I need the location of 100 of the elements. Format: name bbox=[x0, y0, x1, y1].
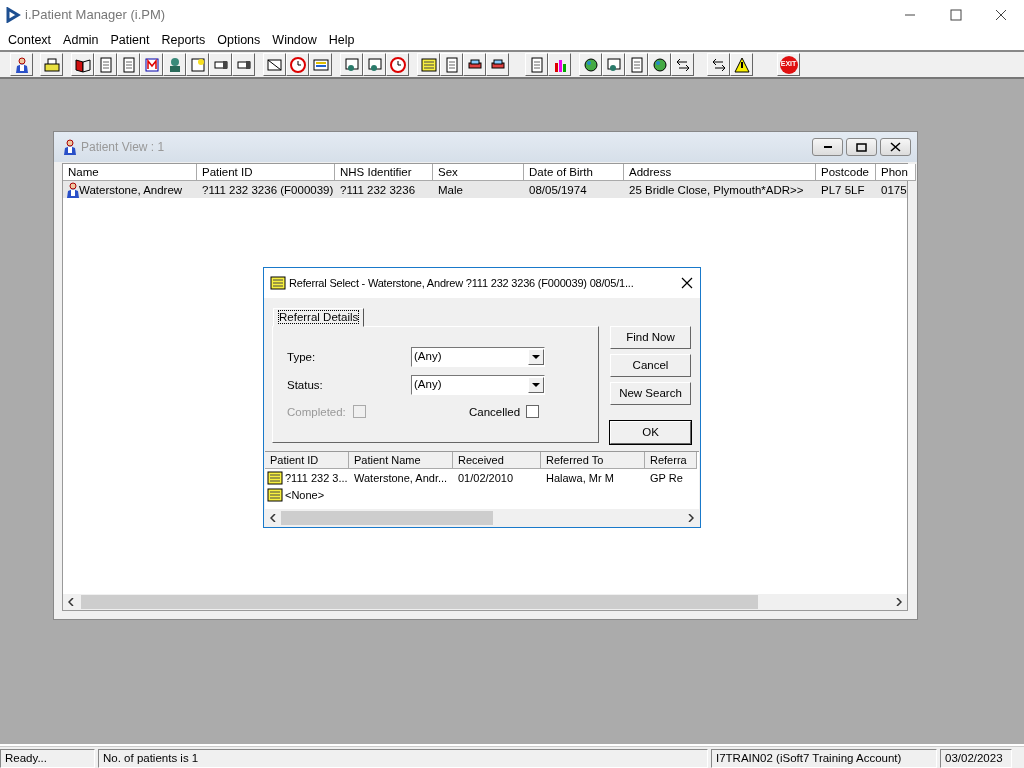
table-cell-text: ?111 232 3236 (F000039) bbox=[202, 182, 334, 198]
column-header[interactable]: Address bbox=[624, 164, 816, 181]
status-text: I7TRAIN02 (iSoft7 Training Account) bbox=[711, 749, 937, 768]
menu-item[interactable]: Options bbox=[213, 30, 269, 50]
menu-item[interactable]: Window bbox=[268, 30, 325, 50]
note-icon bbox=[189, 56, 206, 73]
table-cell-text: ?111 232 3236 bbox=[340, 182, 416, 198]
person-icon bbox=[62, 139, 78, 155]
column-header[interactable]: Referred To bbox=[541, 452, 645, 469]
status-text: 03/02/2023 bbox=[940, 749, 1012, 768]
list-cell-text: Waterstone, Andr... bbox=[354, 470, 448, 486]
table-cell-text: 08/05/1974 bbox=[529, 182, 587, 198]
checkbox[interactable] bbox=[526, 405, 539, 418]
table-cell-text: PL7 5LF bbox=[821, 182, 865, 198]
restore-icon bbox=[854, 141, 869, 153]
close-icon bbox=[888, 141, 903, 153]
toolbar-button[interactable] bbox=[263, 53, 286, 76]
field-label: Status: bbox=[287, 378, 323, 393]
list-cell-text: ?111 232 3... bbox=[285, 470, 348, 486]
dropdown[interactable]: (Any) bbox=[411, 375, 545, 395]
dialog-title: Referral Select - Waterstone, Andrew ?111 232 3236 (F000039) 08/05/1... bbox=[289, 275, 634, 291]
list-cell-text: 01/02/2010 bbox=[458, 470, 514, 486]
globe-icon bbox=[651, 56, 668, 73]
table-row[interactable]: Waterstone, Andrew ?111 232 3236 (F000039) ?111 232 3236 Male 08/05/1974 25 Bridle Close, Plymouth*ADR>> PL7 5LF 0175 bbox=[63, 181, 907, 198]
dialog-button[interactable]: OK bbox=[610, 421, 691, 444]
horizontal-scrollbar[interactable] bbox=[265, 509, 699, 526]
list-cell-text: GP Re bbox=[650, 470, 683, 486]
tab[interactable]: Referral Details bbox=[273, 308, 365, 327]
dialog-button[interactable]: New Search bbox=[610, 382, 691, 405]
column-header[interactable]: Patient ID bbox=[265, 452, 349, 469]
menu-item[interactable]: Help bbox=[324, 30, 363, 50]
menu-item[interactable]: Reports bbox=[157, 30, 214, 50]
minimize-button[interactable] bbox=[812, 138, 843, 156]
toolbar-button[interactable] bbox=[707, 53, 730, 76]
toolbar-button[interactable] bbox=[730, 53, 753, 76]
toolbar-button[interactable] bbox=[671, 53, 694, 76]
minimize-icon bbox=[823, 146, 832, 148]
toolbar-button[interactable] bbox=[10, 53, 33, 76]
status-text: No. of patients is 1 bbox=[98, 749, 708, 768]
arrows-icon bbox=[710, 56, 727, 73]
menu-item[interactable]: Patient bbox=[106, 30, 158, 50]
monitor-icon bbox=[366, 56, 383, 73]
warning-icon bbox=[733, 56, 750, 73]
column-header[interactable]: Patient ID bbox=[197, 164, 335, 181]
horizontal-scrollbar[interactable] bbox=[63, 594, 907, 610]
window-title: Patient View : 1 bbox=[81, 139, 165, 156]
column-header[interactable]: NHS Identifier bbox=[335, 164, 433, 181]
column-header[interactable]: Name bbox=[63, 164, 197, 181]
column-header[interactable]: Postcode bbox=[816, 164, 876, 181]
table-cell-text: Male bbox=[438, 182, 463, 198]
table-cell-text: Waterstone, Andrew bbox=[79, 182, 183, 198]
field-label: Type: bbox=[287, 350, 316, 365]
toolbar-button[interactable] bbox=[486, 53, 509, 76]
scrollbar-thumb[interactable] bbox=[81, 595, 758, 609]
book-icon bbox=[74, 56, 91, 73]
column-header[interactable]: Referra bbox=[645, 452, 697, 469]
checkbox-label: Completed: bbox=[287, 405, 346, 420]
toolbar-button[interactable] bbox=[71, 53, 94, 76]
column-header[interactable]: Patient Name bbox=[349, 452, 453, 469]
app-title: i.Patient Manager (i.PM) bbox=[25, 6, 166, 25]
restore-button[interactable] bbox=[846, 138, 877, 156]
toolbar-button[interactable] bbox=[232, 53, 255, 76]
dropdown-arrow-icon bbox=[532, 383, 540, 387]
dialog-button[interactable]: Cancel bbox=[610, 354, 691, 377]
toolbar-button[interactable] bbox=[163, 53, 186, 76]
clock-icon bbox=[389, 56, 406, 73]
column-header[interactable]: Sex bbox=[433, 164, 524, 181]
notepad-icon bbox=[270, 275, 286, 291]
printer-icon bbox=[43, 56, 60, 73]
column-header[interactable]: Received bbox=[453, 452, 541, 469]
person-icon bbox=[65, 181, 79, 198]
list-row[interactable]: ?111 232 3... Waterstone, Andr... 01/02/2010 Halawa, Mr M GP Re bbox=[265, 469, 699, 486]
status-text: Ready... bbox=[0, 749, 95, 768]
globe-icon bbox=[582, 56, 599, 73]
dialog-button[interactable]: Find Now bbox=[610, 326, 691, 349]
dropdown[interactable]: (Any) bbox=[411, 347, 545, 367]
list-cell-text: <None> bbox=[285, 487, 325, 503]
toolbar-button[interactable] bbox=[463, 53, 486, 76]
toolbar-button[interactable] bbox=[579, 53, 602, 76]
notepad-icon bbox=[267, 486, 283, 503]
list-row[interactable]: <None> bbox=[265, 486, 699, 503]
clock-icon bbox=[289, 56, 306, 73]
scrollbar-thumb[interactable] bbox=[281, 510, 493, 525]
table-cell-text: 0175 bbox=[881, 182, 907, 198]
monitor-icon bbox=[605, 56, 622, 73]
menu-item[interactable]: Admin bbox=[59, 30, 107, 50]
column-header[interactable]: Date of Birth bbox=[524, 164, 624, 181]
notepad-icon bbox=[420, 56, 437, 73]
close-button[interactable] bbox=[880, 138, 911, 156]
toolbar-button[interactable] bbox=[209, 53, 232, 76]
toolbar-button[interactable] bbox=[648, 53, 671, 76]
close-icon bbox=[993, 9, 1009, 21]
column-header[interactable]: Phon bbox=[876, 164, 916, 181]
person-icon bbox=[13, 56, 30, 73]
notepad-icon bbox=[267, 469, 283, 486]
table-cell-text: 25 Bridle Close, Plymouth*ADR>> bbox=[629, 182, 804, 198]
maximize-icon bbox=[947, 9, 963, 21]
list-cell-text: Halawa, Mr M bbox=[546, 470, 614, 486]
arrows-icon bbox=[674, 56, 691, 73]
menu-item[interactable]: Context bbox=[4, 30, 60, 50]
